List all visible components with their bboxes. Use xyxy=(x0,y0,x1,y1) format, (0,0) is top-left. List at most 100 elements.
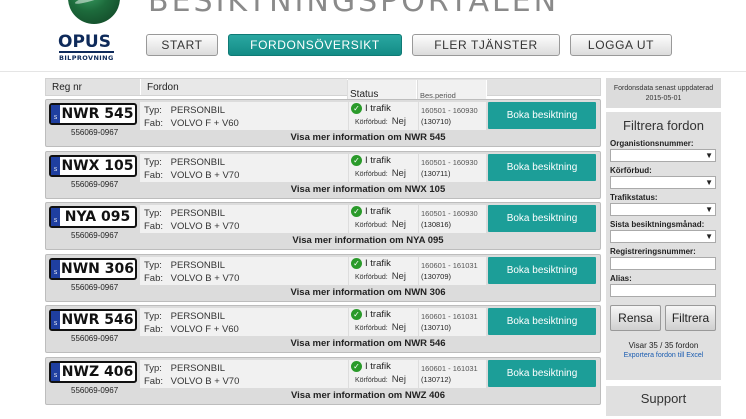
chevron-down-icon: ▼ xyxy=(705,151,713,160)
inspection-period: 160601 - 161031 (130712) xyxy=(418,359,486,388)
more-info-link[interactable]: Visa mer information om NWR 545 xyxy=(140,132,596,143)
filter-korforbud-select[interactable]: ▼ xyxy=(610,176,716,189)
vehicle-info: Typ: PERSONBIL Fab: VOLVO B + V70 xyxy=(140,256,348,285)
period-sub: (130712) xyxy=(421,374,452,384)
inspection-period: 160601 - 161031 (130709) xyxy=(418,256,486,285)
license-plate: S NWZ 406 xyxy=(49,360,137,383)
status-text: I trafik xyxy=(365,309,391,320)
boka-besiktning-button[interactable]: Boka besiktning xyxy=(488,308,596,335)
opus-globe-logo xyxy=(68,0,120,24)
korforbud-value: Nej xyxy=(391,219,406,230)
updated-label: Fordonsdata senast uppdaterad xyxy=(613,85,714,92)
filter-org-select[interactable]: ▼ xyxy=(610,149,716,162)
status-text: I trafik xyxy=(365,257,391,269)
org-number: 556069-0967 xyxy=(71,231,119,240)
inspection-period: 160501 - 160930 (130710) xyxy=(418,102,486,130)
typ-label: Typ: xyxy=(144,311,162,322)
chevron-down-icon: ▼ xyxy=(705,205,713,214)
vehicle-type: PERSONBIL xyxy=(170,105,226,116)
portal-title: BESIKTNINGSPORTALEN xyxy=(148,0,560,19)
filter-regnr-input[interactable] xyxy=(610,257,716,270)
vehicle-make: VOLVO F + V60 xyxy=(170,324,239,335)
more-info-link[interactable]: Visa mer information om NWR 546 xyxy=(140,338,596,349)
vehicle-make: VOLVO F + V60 xyxy=(170,118,239,129)
more-info-link[interactable]: Visa mer information om NWZ 406 xyxy=(140,390,596,401)
filter-org-label: Organistionsnummer: xyxy=(610,139,694,148)
vehicle-table: Reg nr Fordon Status Bes.period S NWR 54… xyxy=(45,78,601,405)
vehicle-info: Typ: PERSONBIL Fab: VOLVO F + V60 xyxy=(140,102,348,130)
nav-start-button[interactable]: START xyxy=(146,34,218,56)
check-icon: ✓ xyxy=(351,206,362,217)
more-info-link[interactable]: Visa mer information om NYA 095 xyxy=(140,235,596,246)
more-info-link[interactable]: Visa mer information om NWN 306 xyxy=(140,287,596,298)
org-number: 556069-0967 xyxy=(71,179,119,189)
vehicle-status: ✓ I trafik Körförbud: Nej xyxy=(348,102,418,130)
vehicle-make: VOLVO B + V70 xyxy=(170,221,240,232)
license-plate: S NWR 546 xyxy=(49,309,137,331)
typ-label: Typ: xyxy=(144,156,162,168)
boka-besiktning-button[interactable]: Boka besiktning xyxy=(488,102,596,129)
vehicle-row: S NWX 105 556069-0967 Typ: PERSONBIL Fab… xyxy=(45,150,601,199)
check-icon: ✓ xyxy=(351,309,362,320)
eu-flag-icon: S xyxy=(51,156,60,175)
korforbud-value: Nej xyxy=(391,270,406,282)
filter-manad-select[interactable]: ▼ xyxy=(610,230,716,243)
plate-number: NWR 545 xyxy=(61,106,134,122)
plate-number: NWR 546 xyxy=(61,312,134,328)
sidebar: Fordonsdata senast uppdaterad 2015-05-01… xyxy=(606,78,721,416)
vehicle-status: ✓ I trafik Körförbud: Nej xyxy=(348,308,418,336)
org-number: 556069-0967 xyxy=(71,385,119,395)
korforbud-label: Körförbud: xyxy=(355,222,388,229)
period-range: 160501 - 160930 xyxy=(421,157,478,167)
more-info-link[interactable]: Visa mer information om NWX 105 xyxy=(140,184,596,195)
vehicle-type: PERSONBIL xyxy=(170,259,226,271)
nav-fler-tjanster-button[interactable]: FLER TJÄNSTER xyxy=(412,34,560,56)
period-sub: (130710) xyxy=(421,117,452,126)
filter-alias-label: Alias: xyxy=(610,274,632,283)
typ-label: Typ: xyxy=(144,362,162,374)
vehicle-status: ✓ I trafik Körförbud: Nej xyxy=(348,153,418,182)
vehicle-row: S NWZ 406 556069-0967 Typ: PERSONBIL Fab… xyxy=(45,356,601,405)
korforbud-label: Körförbud: xyxy=(355,273,388,281)
fab-label: Fab: xyxy=(144,221,164,232)
filtrera-button[interactable]: Filtrera xyxy=(665,305,716,331)
vehicle-status: ✓ I trafik Körförbud: Nej xyxy=(348,205,418,233)
check-icon: ✓ xyxy=(351,154,362,166)
vehicle-info: Typ: PERSONBIL Fab: VOLVO B + V70 xyxy=(140,153,348,182)
filter-panel: Filtrera fordon Organistionsnummer: ▼ Kö… xyxy=(606,112,721,380)
vehicle-status: ✓ I trafik Körförbud: Nej xyxy=(348,359,418,388)
export-excel-link[interactable]: Exportera fordon till Excel xyxy=(610,352,717,359)
eu-flag-icon: S xyxy=(51,259,60,278)
period-sub: (130709) xyxy=(421,271,452,281)
eu-flag-icon: S xyxy=(51,311,60,329)
filter-trafik-select[interactable]: ▼ xyxy=(610,203,716,216)
nav-logout-button[interactable]: LOGGA UT xyxy=(570,34,672,56)
vehicle-status: ✓ I trafik Körförbud: Nej xyxy=(348,256,418,285)
inspection-period: 160501 - 160930 (130711) xyxy=(418,153,486,182)
filter-trafik-label: Trafikstatus: xyxy=(610,193,658,202)
vehicle-type: PERSONBIL xyxy=(170,156,226,168)
logo-subtitle: BILPROVNING xyxy=(59,51,114,62)
license-plate: S NWX 105 xyxy=(49,154,137,177)
support-panel-title[interactable]: Support xyxy=(606,386,721,416)
nav-fordonsoversikt-button[interactable]: FORDONSÖVERSIKT xyxy=(228,34,402,56)
boka-besiktning-button[interactable]: Boka besiktning xyxy=(488,205,596,232)
vehicle-row: S NWR 546 556069-0967 Typ: PERSONBIL Fab… xyxy=(45,305,601,353)
period-range: 160601 - 161031 xyxy=(421,363,478,373)
logo-text: OPUS xyxy=(58,32,111,52)
korforbud-value: Nej xyxy=(391,167,406,179)
boka-besiktning-button[interactable]: Boka besiktning xyxy=(488,359,596,387)
boka-besiktning-button[interactable]: Boka besiktning xyxy=(488,256,596,284)
fab-label: Fab: xyxy=(144,118,164,129)
status-text: I trafik xyxy=(365,103,391,114)
rensa-button[interactable]: Rensa xyxy=(610,305,661,331)
filter-manad-label: Sista besiktningsmånad: xyxy=(610,220,705,229)
plate-number: NYA 095 xyxy=(64,209,131,225)
filter-alias-input[interactable] xyxy=(610,284,716,297)
boka-besiktning-button[interactable]: Boka besiktning xyxy=(488,153,596,181)
period-range: 160501 - 160930 xyxy=(421,106,478,115)
data-updated-box: Fordonsdata senast uppdaterad 2015-05-01 xyxy=(606,78,721,108)
vehicle-make: VOLVO B + V70 xyxy=(170,272,240,284)
period-range: 160601 - 161031 xyxy=(421,312,478,321)
korforbud-value: Nej xyxy=(391,116,406,127)
